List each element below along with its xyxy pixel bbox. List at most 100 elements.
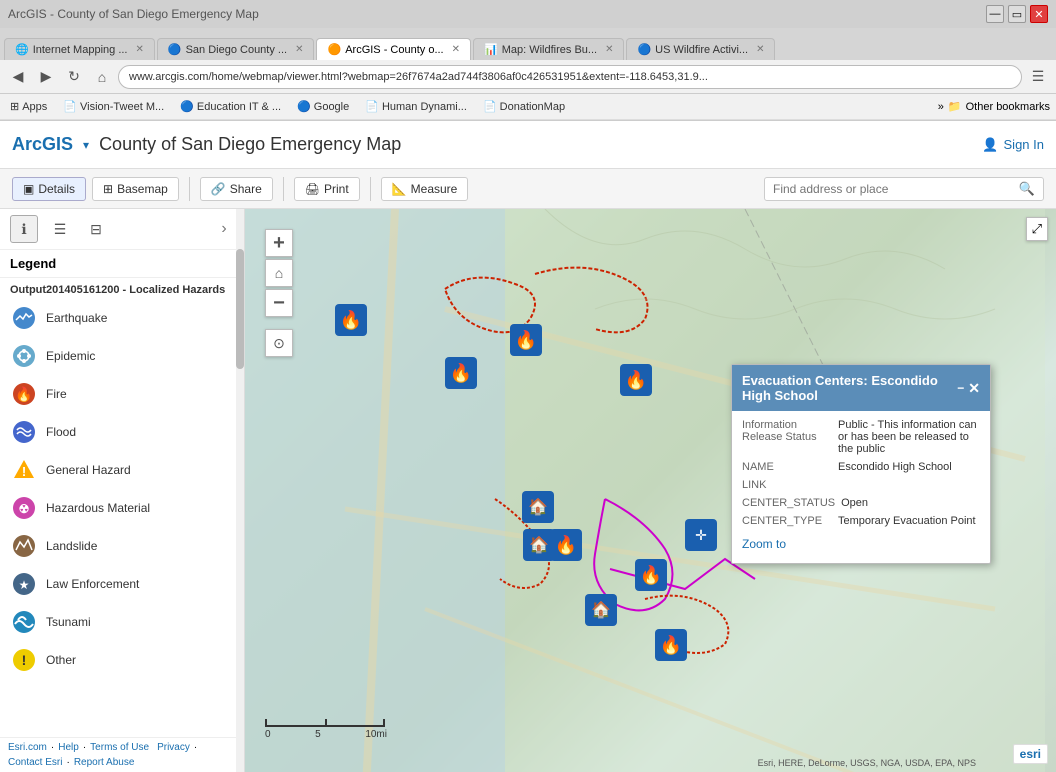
details-button[interactable]: ▣ Details bbox=[12, 177, 86, 201]
measure-label: Measure bbox=[411, 182, 458, 196]
report-abuse-link[interactable]: Report Abuse bbox=[74, 757, 135, 768]
scale-bar: 0 5 10mi bbox=[265, 719, 387, 740]
terms-link[interactable]: Terms of Use bbox=[90, 742, 149, 753]
details-label: Details bbox=[38, 182, 75, 196]
search-input[interactable] bbox=[773, 182, 1013, 196]
minimize-button[interactable]: — bbox=[986, 5, 1004, 23]
other-legend-icon: ! bbox=[10, 646, 38, 674]
evac-marker-3[interactable]: 🏠 bbox=[585, 594, 617, 626]
search-icon[interactable]: 🔍 bbox=[1019, 181, 1035, 197]
map-expand-button[interactable]: ⤢ bbox=[1026, 217, 1048, 241]
legend-item-hazardous-material[interactable]: ☢ Hazardous Material bbox=[0, 489, 244, 527]
tab-us-wildfire[interactable]: 🔵 US Wildfire Activi... ✕ bbox=[626, 38, 775, 60]
back-button[interactable]: ◀ bbox=[6, 65, 30, 89]
tab-close-icon[interactable]: ✕ bbox=[756, 44, 764, 55]
legend-item-flood[interactable]: Flood bbox=[0, 413, 244, 451]
measure-button[interactable]: 📐 Measure bbox=[381, 177, 469, 201]
svg-text:☢: ☢ bbox=[19, 502, 30, 516]
bookmark-education-it[interactable]: 🔵 Education IT & ... bbox=[176, 98, 285, 115]
fire-marker-6[interactable]: 🔥 bbox=[635, 559, 667, 591]
sidebar-scrollbar[interactable] bbox=[236, 209, 244, 772]
address-bar[interactable] bbox=[118, 65, 1022, 89]
arcgis-dropdown-icon[interactable]: ▾ bbox=[83, 138, 89, 152]
bookmark-icon: 📄 bbox=[483, 100, 497, 113]
fire-marker-4[interactable]: 🔥 bbox=[620, 364, 652, 396]
home-button[interactable]: ⌂ bbox=[90, 65, 114, 89]
contact-esri-link[interactable]: Contact Esri bbox=[8, 757, 62, 768]
menu-button[interactable]: ☰ bbox=[1026, 65, 1050, 89]
flood-legend-icon bbox=[10, 418, 38, 446]
toolbar-separator-3 bbox=[370, 177, 371, 201]
legend-item-earthquake[interactable]: Earthquake bbox=[0, 299, 244, 337]
tab-wildfires[interactable]: 📊 Map: Wildfires Bu... ✕ bbox=[473, 38, 624, 60]
basemap-button[interactable]: ⊞ Basemap bbox=[92, 177, 179, 201]
bookmark-vision-tweet[interactable]: 📄 Vision-Tweet M... bbox=[59, 98, 168, 115]
tab-close-icon[interactable]: ✕ bbox=[452, 44, 460, 55]
zoom-in-button[interactable]: + bbox=[265, 229, 293, 257]
esri-link[interactable]: Esri.com bbox=[8, 742, 47, 753]
popup-minimize-button[interactable]: − bbox=[957, 381, 964, 395]
tab-arcgis[interactable]: 🟠 ArcGIS - County o... ✕ bbox=[316, 38, 471, 60]
tab-close-icon[interactable]: ✕ bbox=[605, 44, 613, 55]
esri-logo[interactable]: esri bbox=[1013, 744, 1048, 764]
privacy-link[interactable]: Privacy bbox=[157, 742, 190, 753]
close-button[interactable]: ✕ bbox=[1030, 5, 1048, 23]
tab-close-icon[interactable]: ✕ bbox=[135, 44, 143, 55]
bookmark-donation-map[interactable]: 📄 DonationMap bbox=[479, 98, 569, 115]
share-icon: 🔗 bbox=[211, 182, 226, 196]
fire-marker-3[interactable]: 🔥 bbox=[510, 324, 542, 356]
print-button[interactable]: 🖨 Print bbox=[294, 177, 360, 201]
popup-close-button[interactable]: ✕ bbox=[968, 380, 980, 397]
legend-item-other[interactable]: ! Other bbox=[0, 641, 244, 679]
tab-close-icon[interactable]: ✕ bbox=[295, 44, 303, 55]
fire-marker-7[interactable]: 🔥 bbox=[655, 629, 687, 661]
bookmark-google[interactable]: 🔵 Google bbox=[293, 98, 353, 115]
more-bookmarks-button[interactable]: » bbox=[938, 101, 944, 113]
title-bar: ArcGIS - County of San Diego Emergency M… bbox=[0, 0, 1056, 28]
fire-marker-1[interactable]: 🔥 bbox=[335, 304, 367, 336]
zoom-to-link[interactable]: Zoom to bbox=[742, 533, 980, 555]
bookmark-label: Human Dynami... bbox=[382, 101, 467, 113]
sidebar-tab-info[interactable]: ℹ bbox=[10, 215, 38, 243]
legend-item-tsunami[interactable]: Tsunami bbox=[0, 603, 244, 641]
legend-item-epidemic[interactable]: Epidemic bbox=[0, 337, 244, 375]
tab-label: Map: Wildfires Bu... bbox=[502, 44, 597, 56]
bookmark-human-dynamics[interactable]: 📄 Human Dynami... bbox=[361, 98, 471, 115]
scrollbar-thumb[interactable] bbox=[236, 249, 244, 369]
fire-marker-5[interactable]: 🔥 bbox=[550, 529, 582, 561]
restore-button[interactable]: ▭ bbox=[1008, 5, 1026, 23]
search-box[interactable]: 🔍 bbox=[764, 177, 1044, 201]
sidebar-tab-layers[interactable]: ⊟ bbox=[82, 215, 110, 243]
bookmark-label: DonationMap bbox=[500, 101, 565, 113]
arcgis-logo[interactable]: ArcGIS ▾ bbox=[12, 134, 89, 155]
map-toolbar: ▣ Details ⊞ Basemap 🔗 Share 🖨 Print 📐 Me… bbox=[0, 169, 1056, 209]
share-button[interactable]: 🔗 Share bbox=[200, 177, 273, 201]
legend-item-fire[interactable]: 🔥 Fire bbox=[0, 375, 244, 413]
hazardous-material-legend-icon: ☢ bbox=[10, 494, 38, 522]
sidebar-collapse-button[interactable]: › bbox=[214, 219, 234, 239]
evac-marker-1[interactable]: 🏠 bbox=[522, 491, 554, 523]
bookmark-apps[interactable]: ⊞ Apps bbox=[6, 98, 51, 115]
refresh-button[interactable]: ↻ bbox=[62, 65, 86, 89]
bookmark-label: Vision-Tweet M... bbox=[80, 101, 164, 113]
legend-items: Output201405161200 - Localized Hazards E… bbox=[0, 278, 244, 737]
map-attribution: Esri, HERE, DeLorme, USGS, NGA, USDA, EP… bbox=[758, 758, 976, 768]
help-link[interactable]: Help bbox=[58, 742, 79, 753]
tab-san-diego[interactable]: 🔵 San Diego County ... ✕ bbox=[157, 38, 315, 60]
tab-favicon: 🌐 bbox=[15, 43, 29, 56]
other-bookmarks[interactable]: Other bookmarks bbox=[966, 101, 1050, 113]
legend-item-landslide[interactable]: Landslide bbox=[0, 527, 244, 565]
map-area[interactable]: + ⌂ − ⊙ ⤢ 🔥 🔥 🔥 🔥 🏠 🏠 🔥 🔥 🏠 ✛ 🔥 bbox=[245, 209, 1056, 772]
legend-item-general-hazard[interactable]: ! General Hazard bbox=[0, 451, 244, 489]
evacuation-popup: Evacuation Centers: Escondido High Schoo… bbox=[731, 364, 991, 564]
locate-button[interactable]: ⊙ bbox=[265, 329, 293, 357]
sidebar-tab-list[interactable]: ☰ bbox=[46, 215, 74, 243]
tab-internet-mapping[interactable]: 🌐 Internet Mapping ... ✕ bbox=[4, 38, 155, 60]
legend-item-law-enforcement[interactable]: ★ Law Enforcement bbox=[0, 565, 244, 603]
home-extent-button[interactable]: ⌂ bbox=[265, 259, 293, 287]
zoom-out-button[interactable]: − bbox=[265, 289, 293, 317]
fire-marker-2[interactable]: 🔥 bbox=[445, 357, 477, 389]
sign-in-button[interactable]: 👤 Sign In bbox=[982, 137, 1044, 153]
forward-button[interactable]: ▶ bbox=[34, 65, 58, 89]
move-marker-1[interactable]: ✛ bbox=[685, 519, 717, 551]
